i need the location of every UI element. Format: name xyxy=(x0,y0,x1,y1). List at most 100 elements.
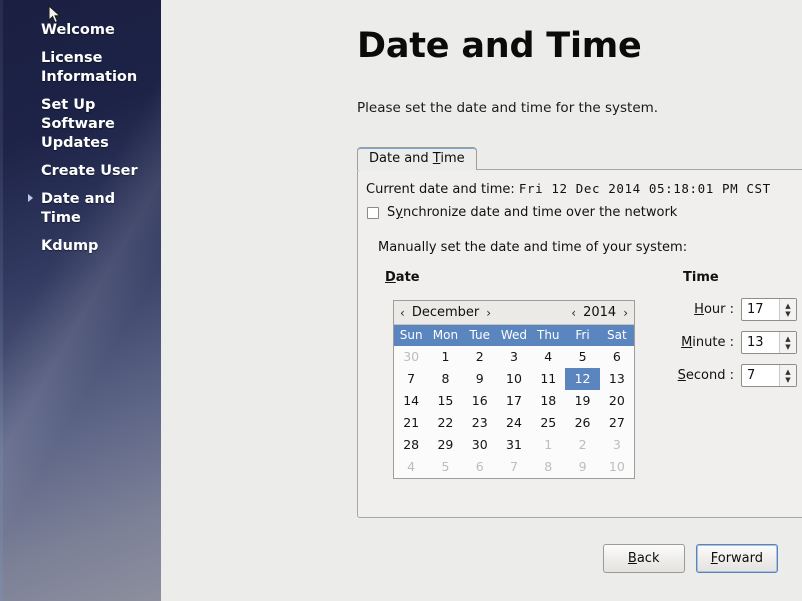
sidebar-item-label: License Information xyxy=(41,50,138,85)
calendar-month-label: December xyxy=(411,305,480,320)
current-date-time-value: Fri 12 Dec 2014 05:18:01 PM CST xyxy=(518,181,771,196)
calendar-day[interactable]: 17 xyxy=(496,390,532,412)
calendar-day[interactable]: 3 xyxy=(496,346,532,368)
calendar-weekday-wed: Wed xyxy=(496,325,532,346)
hour-increment-icon[interactable]: ▲ xyxy=(785,302,790,310)
minute-increment-icon[interactable]: ▲ xyxy=(785,335,790,343)
second-value[interactable]: 7 xyxy=(742,368,779,383)
calendar-day[interactable]: 30 xyxy=(394,346,429,368)
calendar-week-row: 30 1 2 3 4 5 6 xyxy=(394,346,634,368)
calendar-day[interactable]: 22 xyxy=(428,412,463,434)
calendar-day[interactable]: 23 xyxy=(462,412,497,434)
calendar-day[interactable]: 27 xyxy=(599,412,634,434)
sidebar-item-create-user[interactable]: Create User xyxy=(0,162,161,181)
sidebar-item-label: Date and Time xyxy=(41,191,116,226)
calendar-day[interactable]: 31 xyxy=(496,434,532,456)
minute-stepper[interactable]: 13 ▲ ▼ xyxy=(741,331,797,354)
calendar-header: ‹ December › ‹ 2014 › xyxy=(394,301,634,325)
calendar-day[interactable]: 13 xyxy=(599,368,634,390)
calendar-week-row: 4 5 6 7 8 9 10 xyxy=(394,456,634,478)
calendar-day[interactable]: 6 xyxy=(462,456,497,478)
sidebar-item-date-and-time[interactable]: Date and Time xyxy=(0,190,161,228)
sidebar-item-label: Welcome xyxy=(41,22,115,38)
calendar-widget[interactable]: ‹ December › ‹ 2014 › Sun Mon Tue Wed Thu Fri… xyxy=(393,300,635,479)
sidebar-item-set-up-software-updates[interactable]: Set Up Software Updates xyxy=(0,96,161,153)
calendar-day[interactable]: 4 xyxy=(394,456,429,478)
calendar-day[interactable]: 8 xyxy=(531,456,566,478)
page-title: Date and Time xyxy=(357,26,642,66)
next-year-icon[interactable]: › xyxy=(623,306,628,320)
content-area: Date and Time Please set the date and ti… xyxy=(161,0,802,601)
current-step-arrow-icon xyxy=(28,194,33,202)
calendar-day[interactable]: 14 xyxy=(394,390,429,412)
sidebar-nav: Welcome License Information Set Up Softw… xyxy=(0,0,161,256)
back-button[interactable]: Back xyxy=(602,544,685,573)
prev-month-icon[interactable]: ‹ xyxy=(400,306,405,320)
calendar-day[interactable]: 10 xyxy=(599,456,634,478)
minute-decrement-icon[interactable]: ▼ xyxy=(785,343,790,351)
next-month-icon[interactable]: › xyxy=(486,306,491,320)
calendar-day[interactable]: 11 xyxy=(531,368,566,390)
calendar-day[interactable]: 26 xyxy=(565,412,600,434)
hour-value[interactable]: 17 xyxy=(742,302,779,317)
calendar-day[interactable]: 16 xyxy=(462,390,497,412)
calendar-day[interactable]: 25 xyxy=(531,412,566,434)
calendar-weekday-sun: Sun xyxy=(394,325,429,346)
sidebar-item-welcome[interactable]: Welcome xyxy=(0,21,161,40)
second-stepper-buttons: ▲ ▼ xyxy=(779,365,796,386)
calendar-day[interactable]: 21 xyxy=(394,412,429,434)
calendar-day[interactable]: 3 xyxy=(599,434,634,456)
calendar-day[interactable]: 24 xyxy=(496,412,532,434)
calendar-day[interactable]: 9 xyxy=(565,456,600,478)
sync-checkbox[interactable] xyxy=(367,206,379,219)
calendar-day-selected[interactable]: 12 xyxy=(565,368,600,390)
calendar-day[interactable]: 7 xyxy=(496,456,532,478)
sync-checkbox-row[interactable]: Synchronize date and time over the netwo… xyxy=(367,205,677,220)
prev-year-icon[interactable]: ‹ xyxy=(571,306,576,320)
calendar-day[interactable]: 29 xyxy=(428,434,463,456)
calendar-day[interactable]: 7 xyxy=(394,368,429,390)
sidebar-item-kdump[interactable]: Kdump xyxy=(0,237,161,256)
calendar-day[interactable]: 6 xyxy=(599,346,634,368)
calendar-day[interactable]: 8 xyxy=(428,368,463,390)
calendar-day[interactable]: 5 xyxy=(428,456,463,478)
calendar-day[interactable]: 20 xyxy=(599,390,634,412)
calendar-day[interactable]: 28 xyxy=(394,434,429,456)
manual-set-label: Manually set the date and time of your s… xyxy=(378,240,688,255)
hour-stepper[interactable]: 17 ▲ ▼ xyxy=(741,298,797,321)
footer-buttons: Back Forward xyxy=(602,544,778,573)
time-fields: Hour : 17 ▲ ▼ Minute : 13 ▲ ▼ Second: 7… xyxy=(648,298,797,397)
hour-row: Hour : 17 ▲ ▼ xyxy=(648,298,797,321)
current-date-time-label: Current date and time: xyxy=(366,182,519,197)
calendar-week-row: 7 8 9 10 11 12 13 xyxy=(394,368,634,390)
calendar-day[interactable]: 10 xyxy=(496,368,532,390)
hour-decrement-icon[interactable]: ▼ xyxy=(785,310,790,318)
minute-value[interactable]: 13 xyxy=(742,335,779,350)
calendar-day[interactable]: 18 xyxy=(531,390,566,412)
calendar-week-row: 21 22 23 24 25 26 27 xyxy=(394,412,634,434)
forward-button[interactable]: Forward xyxy=(695,544,778,573)
second-decrement-icon[interactable]: ▼ xyxy=(785,376,790,384)
calendar-day[interactable]: 1 xyxy=(428,346,463,368)
calendar-day[interactable]: 9 xyxy=(462,368,497,390)
calendar-day[interactable]: 4 xyxy=(531,346,566,368)
calendar-day[interactable]: 2 xyxy=(565,434,600,456)
installer-window: Welcome License Information Set Up Softw… xyxy=(0,0,802,601)
sidebar-item-label: Set Up Software Updates xyxy=(41,97,115,151)
sidebar-item-license-information[interactable]: License Information xyxy=(0,49,161,87)
calendar-day[interactable]: 5 xyxy=(565,346,600,368)
calendar-day[interactable]: 1 xyxy=(531,434,566,456)
second-stepper[interactable]: 7 ▲ ▼ xyxy=(741,364,797,387)
calendar-day[interactable]: 2 xyxy=(462,346,497,368)
calendar-year-nav: ‹ 2014 › xyxy=(571,305,628,320)
calendar-weekday-row: Sun Mon Tue Wed Thu Fri Sat xyxy=(394,325,634,346)
second-increment-icon[interactable]: ▲ xyxy=(785,368,790,376)
minute-label: Minute : xyxy=(681,335,734,350)
tab-date-and-time[interactable]: Date and Time xyxy=(357,147,477,170)
calendar-day[interactable]: 30 xyxy=(462,434,497,456)
calendar-day[interactable]: 15 xyxy=(428,390,463,412)
calendar-day[interactable]: 19 xyxy=(565,390,600,412)
calendar-weekday-sat: Sat xyxy=(599,325,634,346)
tab-bar: Date and Time xyxy=(357,145,477,170)
second-label: Second : xyxy=(677,368,734,383)
